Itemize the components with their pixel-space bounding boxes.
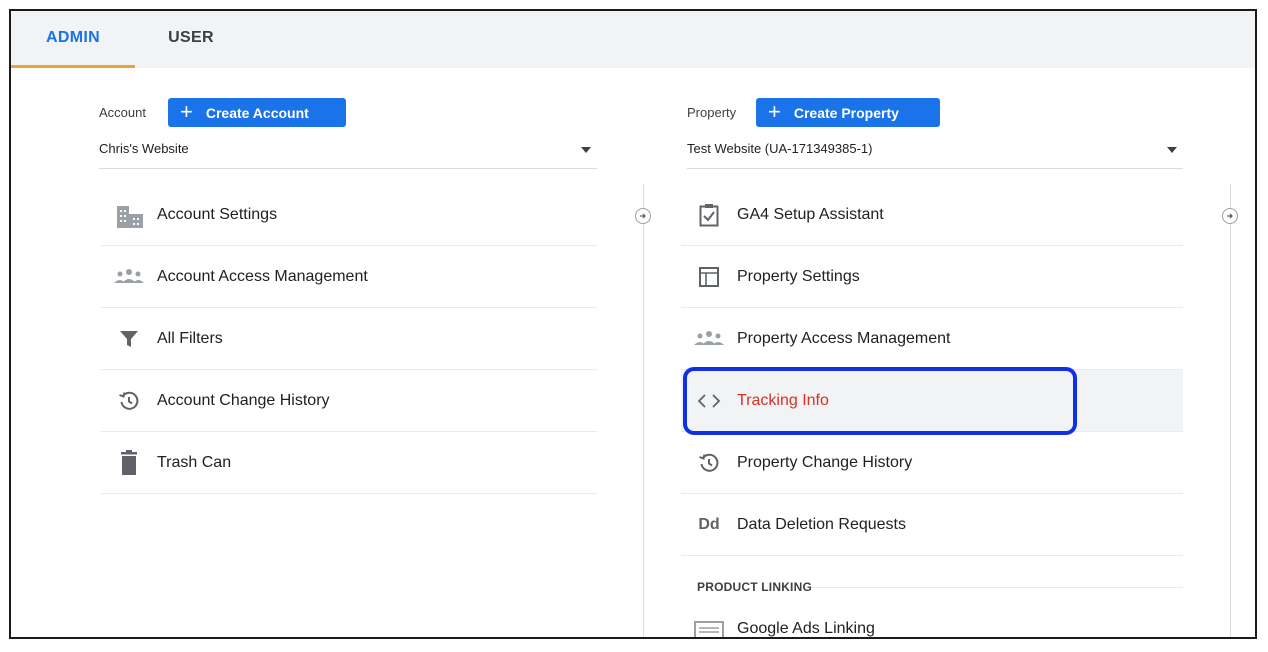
menu-item-label: Data Deletion Requests xyxy=(737,515,906,533)
code-icon xyxy=(681,393,737,409)
property-selector[interactable]: Test Website (UA-171349385-1) xyxy=(687,141,1183,169)
column-divider xyxy=(643,184,644,637)
caret-down-icon xyxy=(581,147,591,153)
google-ads-linking-item[interactable]: Google Ads Linking xyxy=(681,608,1183,637)
menu-item-label: Trash Can xyxy=(157,453,232,471)
tracking-info-item[interactable]: Tracking Info xyxy=(681,370,1183,432)
account-access-management-item[interactable]: Account Access Management xyxy=(101,246,597,308)
checklist-icon xyxy=(681,203,737,227)
history-icon xyxy=(681,452,737,474)
tab-user[interactable]: USER xyxy=(135,11,247,68)
property-settings-item[interactable]: Property Settings xyxy=(681,246,1183,308)
column-divider xyxy=(1230,184,1231,637)
history-icon xyxy=(101,390,157,412)
menu-item-label: Google Ads Linking xyxy=(737,620,875,637)
layout-icon xyxy=(681,266,737,288)
section-divider xyxy=(811,587,1183,588)
menu-item-label: Account Change History xyxy=(157,391,330,409)
plus-icon: + xyxy=(768,98,781,124)
admin-panel: ADMIN USER Account + Create Account Chri… xyxy=(9,9,1257,639)
account-change-history-item[interactable]: Account Change History xyxy=(101,370,597,432)
menu-item-label: Tracking Info xyxy=(737,391,829,409)
plus-icon: + xyxy=(180,98,193,124)
people-icon xyxy=(101,267,157,287)
account-settings-item[interactable]: Account Settings xyxy=(101,184,597,246)
menu-item-label: GA4 Setup Assistant xyxy=(737,205,884,223)
menu-item-label: All Filters xyxy=(157,329,223,347)
account-selected-value: Chris's Website xyxy=(99,141,189,156)
people-icon xyxy=(681,329,737,349)
building-icon xyxy=(101,201,157,229)
property-label: Property xyxy=(687,105,737,120)
menu-item-label: Property Change History xyxy=(737,453,913,471)
data-deletion-requests-item[interactable]: Dd Data Deletion Requests xyxy=(681,494,1183,556)
arrow-right-icon[interactable] xyxy=(635,208,651,224)
arrow-right-icon[interactable] xyxy=(1222,208,1238,224)
ads-linking-icon xyxy=(681,620,737,637)
account-label: Account xyxy=(99,105,146,120)
property-access-management-item[interactable]: Property Access Management xyxy=(681,308,1183,370)
create-account-button[interactable]: + Create Account xyxy=(168,98,346,127)
ga4-setup-assistant-item[interactable]: GA4 Setup Assistant xyxy=(681,184,1183,246)
property-change-history-item[interactable]: Property Change History xyxy=(681,432,1183,494)
menu-item-label: Account Settings xyxy=(157,205,278,223)
tab-admin[interactable]: ADMIN xyxy=(11,11,135,68)
create-property-label: Create Property xyxy=(793,104,899,121)
create-account-label: Create Account xyxy=(205,104,309,121)
all-filters-item[interactable]: All Filters xyxy=(101,308,597,370)
account-selector[interactable]: Chris's Website xyxy=(99,141,597,169)
menu-item-label: Property Settings xyxy=(737,267,860,285)
create-property-button[interactable]: + Create Property xyxy=(756,98,940,127)
trash-icon xyxy=(101,449,157,477)
property-selected-value: Test Website (UA-171349385-1) xyxy=(687,141,873,156)
menu-item-label: Property Access Management xyxy=(737,329,951,347)
caret-down-icon xyxy=(1167,147,1177,153)
tab-bar: ADMIN USER xyxy=(11,11,1255,68)
dd-icon: Dd xyxy=(698,515,720,533)
trash-can-item[interactable]: Trash Can xyxy=(101,432,597,494)
filter-icon xyxy=(101,328,157,350)
product-linking-heading: PRODUCT LINKING xyxy=(697,580,812,594)
menu-item-label: Account Access Management xyxy=(157,267,368,285)
